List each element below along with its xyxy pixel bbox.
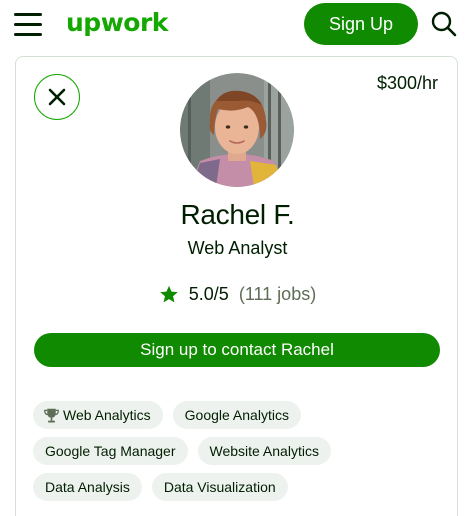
skill-label: Google Analytics [184, 407, 289, 423]
skill-label: Data Visualization [163, 479, 276, 495]
skill-label: Web Analytics [63, 407, 151, 423]
jobs-count: (111 jobs) [238, 284, 317, 304]
skill-chip[interactable]: Google Tag Manager [33, 437, 188, 465]
avatar [180, 73, 294, 187]
skill-label: Google Tag Manager [45, 443, 176, 459]
skill-chip[interactable]: Website Analytics [197, 437, 331, 465]
skill-chip[interactable]: Google Analytics [172, 401, 301, 429]
skill-chip[interactable]: Web Analytics [33, 401, 163, 429]
upwork-logo[interactable]: upwork [66, 8, 168, 37]
sign-up-button[interactable]: Sign Up [304, 3, 418, 45]
close-icon [48, 88, 66, 106]
freelancer-title: Web Analyst [187, 238, 288, 258]
freelancer-profile-card: $300/hr Rachel F. Web Analyst 5.0/5 (111… [15, 56, 458, 516]
close-button[interactable] [34, 74, 80, 120]
skill-chip[interactable]: Data Analysis [33, 473, 142, 501]
skill-label: Data Analysis [45, 479, 130, 495]
search-icon[interactable] [430, 10, 458, 38]
skill-label: Website Analytics [209, 443, 319, 459]
skill-chip[interactable]: Data Visualization [151, 473, 288, 501]
trophy-icon [44, 408, 59, 422]
hourly-rate: $300/hr [376, 73, 438, 93]
freelancer-name: Rachel F. [180, 199, 295, 230]
sign-up-to-contact-button[interactable]: Sign up to contact Rachel [34, 333, 440, 367]
top-header: upwork Sign Up [0, 0, 474, 48]
star-icon [160, 285, 178, 303]
rating-row: 5.0/5 (111 jobs) [16, 284, 459, 305]
hamburger-menu-icon[interactable] [14, 12, 44, 36]
skills-list: Web Analytics Google Analytics Google Ta… [33, 401, 443, 501]
rating-score: 5.0/5 [188, 284, 229, 304]
